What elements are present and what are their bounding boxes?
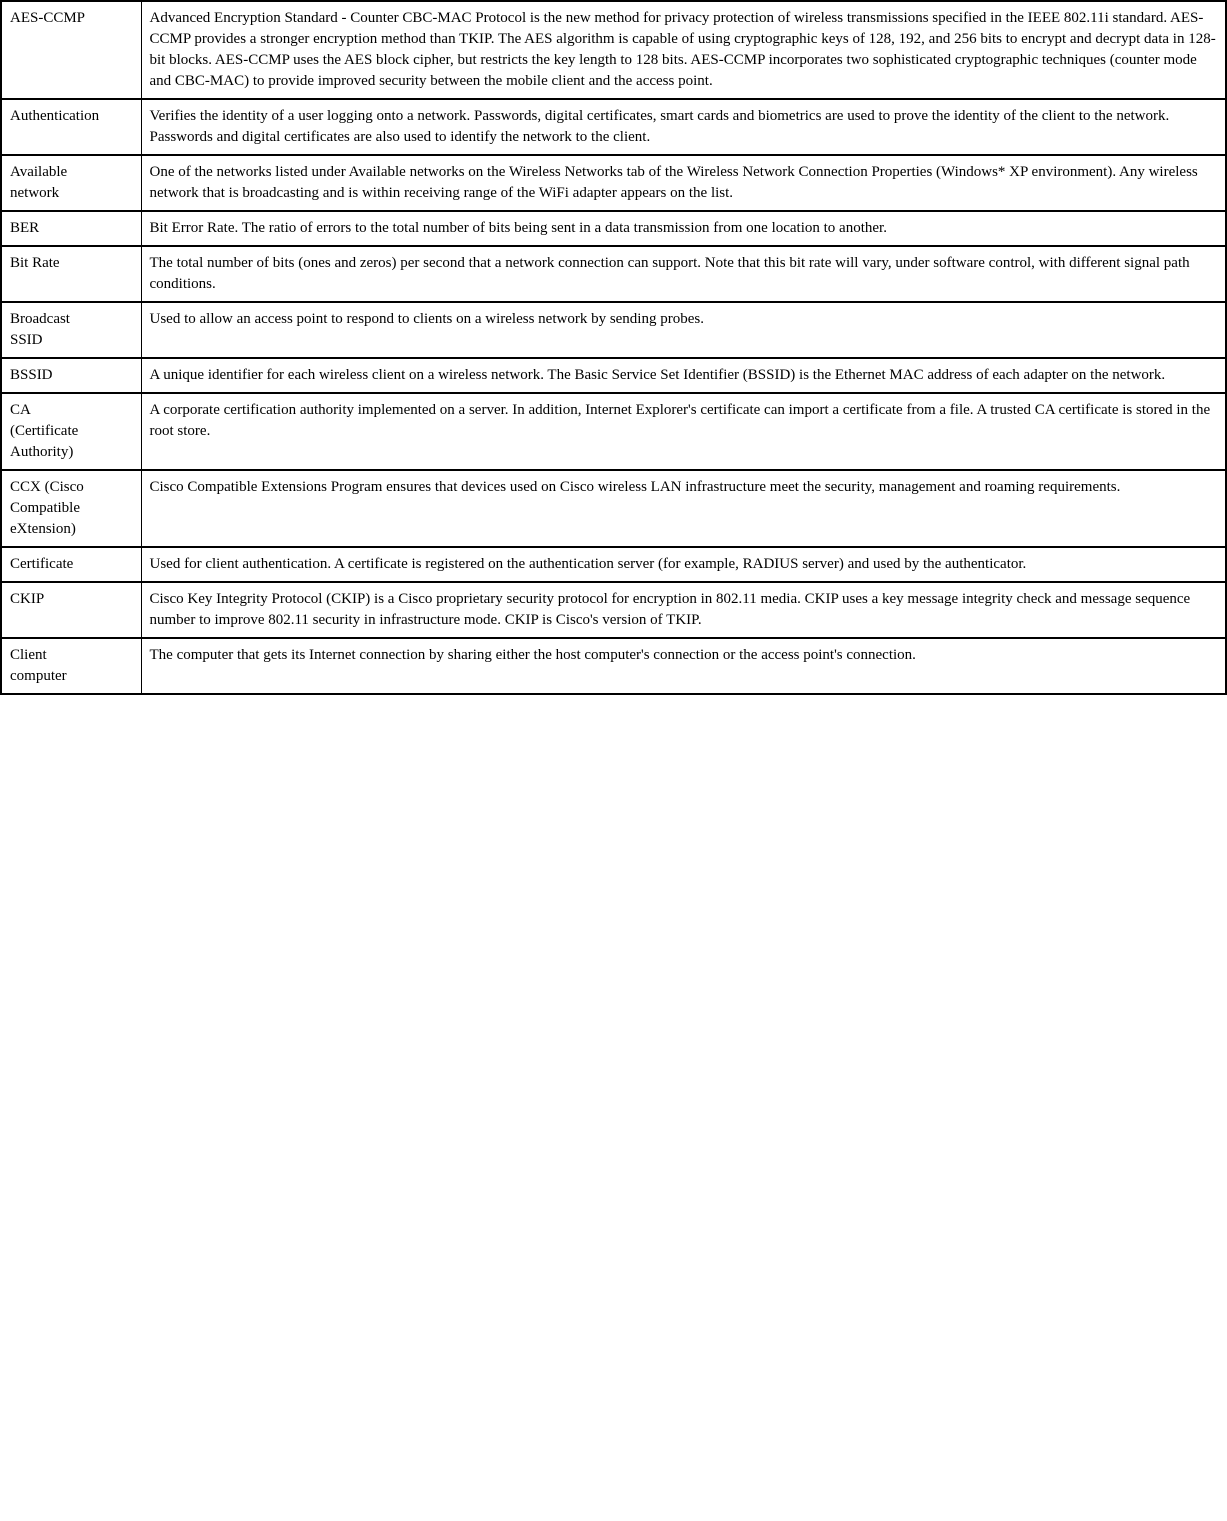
term-cell: BER <box>1 211 141 246</box>
table-row: CA (Certificate Authority)A corporate ce… <box>1 393 1226 470</box>
description-cell: The computer that gets its Internet conn… <box>141 638 1226 694</box>
description-cell: A unique identifier for each wireless cl… <box>141 358 1226 393</box>
description-cell: Bit Error Rate. The ratio of errors to t… <box>141 211 1226 246</box>
table-row: Available networkOne of the networks lis… <box>1 155 1226 211</box>
description-cell: One of the networks listed under Availab… <box>141 155 1226 211</box>
term-cell: Broadcast SSID <box>1 302 141 358</box>
description-cell: Verifies the identity of a user logging … <box>141 99 1226 155</box>
table-row: CKIPCisco Key Integrity Protocol (CKIP) … <box>1 582 1226 638</box>
term-cell: Authentication <box>1 99 141 155</box>
table-row: Client computerThe computer that gets it… <box>1 638 1226 694</box>
description-cell: Advanced Encryption Standard - Counter C… <box>141 1 1226 99</box>
glossary-table: AES-CCMPAdvanced Encryption Standard - C… <box>0 0 1227 695</box>
term-cell: Certificate <box>1 547 141 582</box>
table-row: AuthenticationVerifies the identity of a… <box>1 99 1226 155</box>
description-cell: Cisco Compatible Extensions Program ensu… <box>141 470 1226 547</box>
term-cell: CKIP <box>1 582 141 638</box>
term-cell: CCX (Cisco Compatible eXtension) <box>1 470 141 547</box>
description-cell: Used to allow an access point to respond… <box>141 302 1226 358</box>
table-row: CCX (Cisco Compatible eXtension)Cisco Co… <box>1 470 1226 547</box>
description-cell: A corporate certification authority impl… <box>141 393 1226 470</box>
table-row: CertificateUsed for client authenticatio… <box>1 547 1226 582</box>
description-cell: Used for client authentication. A certif… <box>141 547 1226 582</box>
term-cell: CA (Certificate Authority) <box>1 393 141 470</box>
table-row: BERBit Error Rate. The ratio of errors t… <box>1 211 1226 246</box>
table-row: AES-CCMPAdvanced Encryption Standard - C… <box>1 1 1226 99</box>
description-cell: The total number of bits (ones and zeros… <box>141 246 1226 302</box>
term-cell: Client computer <box>1 638 141 694</box>
table-row: Broadcast SSIDUsed to allow an access po… <box>1 302 1226 358</box>
table-row: Bit RateThe total number of bits (ones a… <box>1 246 1226 302</box>
term-cell: BSSID <box>1 358 141 393</box>
term-cell: Available network <box>1 155 141 211</box>
term-cell: AES-CCMP <box>1 1 141 99</box>
description-cell: Cisco Key Integrity Protocol (CKIP) is a… <box>141 582 1226 638</box>
table-row: BSSIDA unique identifier for each wirele… <box>1 358 1226 393</box>
term-cell: Bit Rate <box>1 246 141 302</box>
